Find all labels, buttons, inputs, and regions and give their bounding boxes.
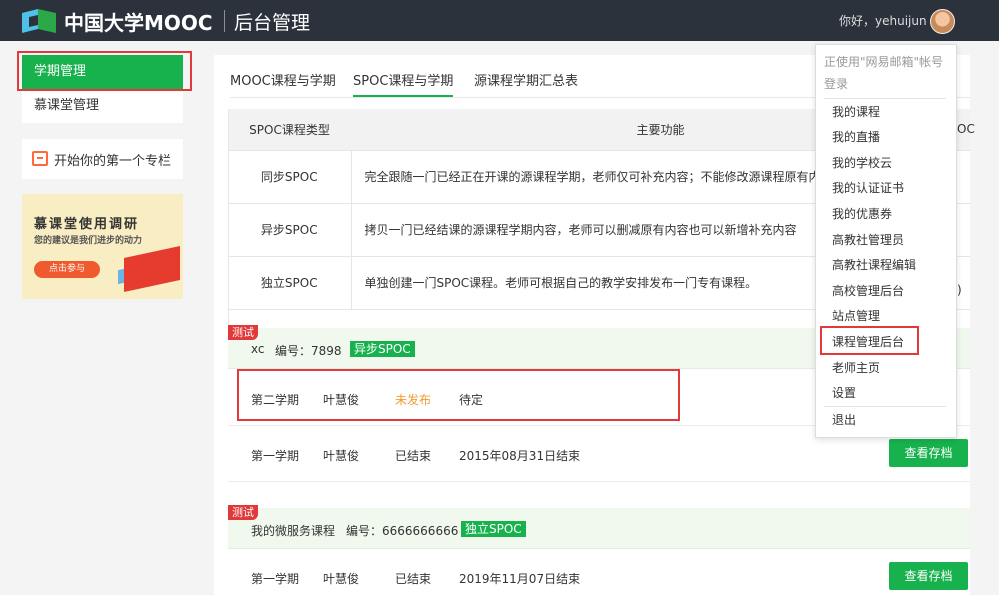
term-info: 2019年11月07日结束 [459,572,581,586]
menu-item-my-coupons[interactable]: 我的优惠券 [832,205,892,222]
top-header: 中国大学MOOC 后台管理 你好，yehuijun [0,0,999,41]
course-name[interactable]: xc [251,342,265,356]
term-name: 第一学期 [251,449,300,463]
view-archive-button[interactable]: 查看存档 [889,562,968,590]
highlight-box-sidebar [17,51,192,91]
menu-item-my-courses[interactable]: 我的课程 [832,103,880,120]
highlight-box-course-admin [820,326,919,355]
menu-item-hep-admin[interactable]: 高教社管理员 [832,231,904,248]
menu-item-university-admin[interactable]: 高校管理后台 [832,282,904,299]
user-avatar[interactable] [930,9,955,34]
table-cell-type: 异步SPOC [228,203,352,257]
dropdown-divider [824,98,946,99]
term-teacher: 叶慧俊 [323,572,360,586]
login-notice: 正使用"网易邮箱"帐号登录 [824,55,944,91]
user-greeting[interactable]: 你好，yehuijun [839,12,927,29]
menu-item-logout[interactable]: 退出 [832,411,856,428]
term-teacher: 叶慧俊 [323,449,360,463]
term-info: 2015年08月31日结束 [459,449,581,463]
survey-subtitle: 您的建议是我们进步的动力 [34,236,143,246]
term-status: 已结束 [395,572,432,586]
user-dropdown-menu: 正使用"网易邮箱"帐号登录 我的课程 我的直播 我的学校云 我的认证证书 我的优… [815,44,957,438]
course-type-badge: 异步SPOC [350,341,415,357]
highlight-box-term-row [237,369,680,421]
survey-join-button[interactable]: 点击参与 [34,261,100,278]
start-column-label: 开始你的第一个专栏 [54,154,172,169]
table-cell-type: 同步SPOC [228,150,352,204]
view-archive-button[interactable]: 查看存档 [889,439,968,467]
table-cell-type: 独立SPOC [228,256,352,310]
term-name: 第一学期 [251,572,300,586]
menu-item-teacher-home[interactable]: 老师主页 [832,359,880,376]
course-number: 编号：7898 [275,344,342,358]
mooc-logo-icon[interactable] [22,9,56,33]
course-name[interactable]: 我的微服务课程 [251,522,335,539]
menu-item-hep-course-editor[interactable]: 高教社课程编辑 [832,256,916,273]
section-title: 后台管理 [234,12,311,34]
course-header: 测试 我的微服务课程 编号：6666666666 独立SPOC [228,505,970,549]
brand-divider [224,10,225,32]
course-number: 编号：6666666666 [346,524,459,538]
tab-source-course-summary[interactable]: 源课程学期汇总表 [474,70,578,89]
survey-illustration-box-icon [124,246,180,292]
tab-mooc-course-terms[interactable]: MOOC课程与学期 [230,70,336,89]
tab-spoc-course-terms[interactable]: SPOC课程与学期 [353,70,454,97]
table-header-fragment: OC [957,122,975,136]
survey-title: 慕课堂使用调研 [34,217,140,232]
menu-item-settings[interactable]: 设置 [832,384,856,401]
term-status: 已结束 [395,449,432,463]
menu-item-site-management[interactable]: 站点管理 [832,307,880,324]
menu-item-my-school-cloud[interactable]: 我的学校云 [832,154,892,171]
table-cell-fragment: ) [957,283,962,297]
sidebar-item-mooc-class-management[interactable]: 慕课堂管理 [22,89,183,123]
brand-name[interactable]: 中国大学MOOC [64,7,213,36]
term-row[interactable]: 第一学期 叶慧俊 已结束 2019年11月07日结束 查看存档 [228,549,970,595]
test-tag: 测试 [228,325,258,340]
start-column-card[interactable]: 开始你的第一个专栏 [22,139,183,179]
survey-banner[interactable]: 慕课堂使用调研 您的建议是我们进步的动力 点击参与 [22,194,183,299]
menu-item-my-live[interactable]: 我的直播 [832,128,880,145]
menu-item-my-certificates[interactable]: 我的认证证书 [832,179,904,196]
column-icon [32,151,48,166]
test-tag: 测试 [228,505,258,520]
dropdown-divider [824,406,946,407]
table-header-type: SPOC课程类型 [228,109,351,151]
course-type-badge: 独立SPOC [461,521,526,537]
